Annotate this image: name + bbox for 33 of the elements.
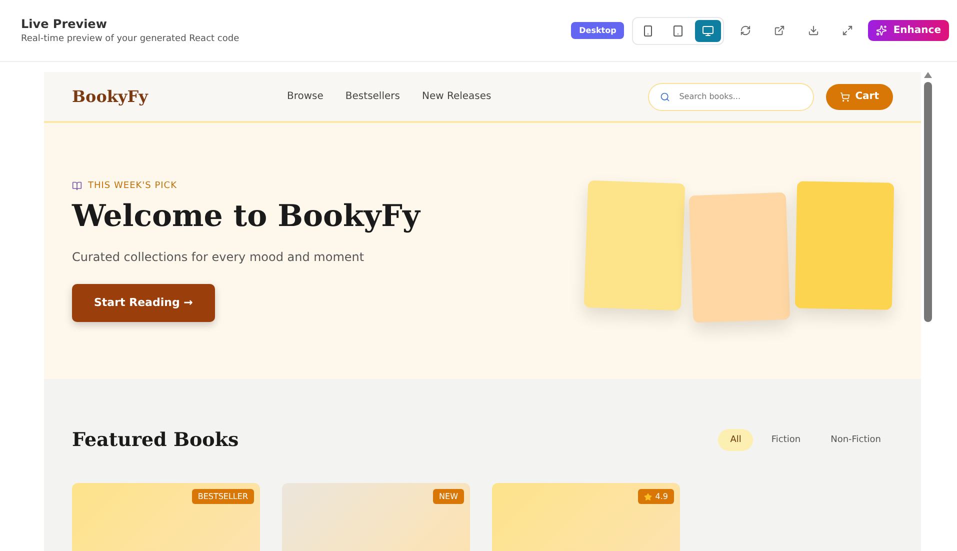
hero-subtitle: Curated collections for every mood and moment [72, 250, 366, 264]
sparkles-icon [876, 25, 888, 36]
books-icon [72, 180, 82, 190]
device-badge: Desktop [571, 22, 624, 39]
device-button[interactable] [695, 20, 722, 42]
scrollbar-thumb[interactable] [924, 82, 932, 322]
expand-icon [842, 25, 853, 36]
rating-badge: 4.9 [638, 489, 674, 504]
search-icon [660, 92, 670, 102]
filter-tab[interactable]: Non-Fiction [818, 429, 893, 451]
hero-title: Welcome to BookyFy [72, 198, 420, 234]
enhance-button[interactable]: Enhance [868, 20, 949, 41]
panel-subtitle: Real-time preview of your generated React code [21, 34, 240, 44]
download-icon [808, 25, 819, 36]
section-title: Featured Books [72, 429, 239, 451]
nav-link[interactable]: Browse [287, 91, 324, 102]
filter-tab[interactable]: All [718, 429, 754, 451]
filter-tab[interactable]: Fiction [759, 429, 813, 451]
phone-icon [642, 24, 654, 36]
start-reading-button[interactable]: Start Reading → [72, 284, 215, 322]
refresh-icon [740, 25, 751, 36]
panel-title: Live Preview [21, 17, 108, 31]
monitor-icon [702, 24, 714, 36]
tablet-icon [672, 24, 684, 36]
nav-link[interactable]: New Releases [422, 91, 492, 102]
book-badge: BESTSELLER [192, 489, 254, 504]
hero-eyebrow: THIS WEEK'S PICK [88, 180, 177, 190]
external-link-icon [774, 25, 785, 36]
search-field[interactable]: Search books... [648, 82, 814, 110]
site-logo[interactable]: BookyFy [72, 87, 287, 106]
book-badge: NEW [433, 489, 464, 504]
nav-link[interactable]: Bestsellers [345, 91, 400, 102]
cart-icon [840, 92, 850, 102]
